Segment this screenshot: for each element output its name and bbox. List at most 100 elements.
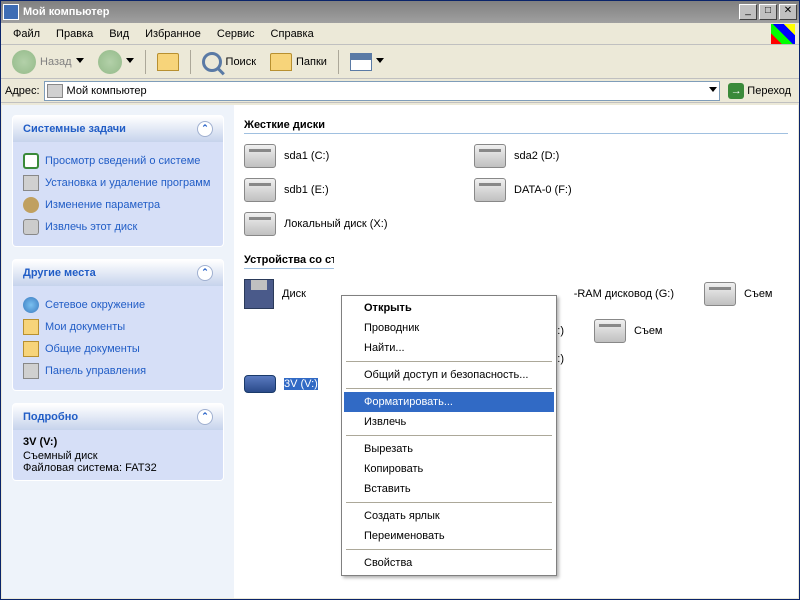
context-item[interactable]: Найти... <box>344 338 554 358</box>
drive-icon <box>704 282 736 306</box>
programs-icon <box>23 175 39 191</box>
menu-help[interactable]: Справка <box>263 26 322 42</box>
search-icon <box>202 52 222 72</box>
context-separator <box>346 388 552 389</box>
maximize-button[interactable]: □ <box>759 4 777 20</box>
sidebar: Системные задачи ⌃ Просмотр сведений о с… <box>2 105 234 598</box>
info-icon <box>23 153 39 169</box>
context-item[interactable]: Копировать <box>344 459 554 479</box>
panel-header[interactable]: Другие места ⌃ <box>13 260 223 286</box>
details-type: Съемный диск <box>23 450 213 462</box>
place-shared[interactable]: Общие документы <box>23 338 213 360</box>
network-icon <box>23 297 39 313</box>
close-button[interactable]: ✕ <box>779 4 797 20</box>
titlebar[interactable]: Мой компьютер _ □ ✕ <box>1 1 799 23</box>
hdd-icon <box>474 178 506 202</box>
panel-header[interactable]: Подробно ⌃ <box>13 404 223 430</box>
context-separator <box>346 502 552 503</box>
context-separator <box>346 549 552 550</box>
context-item[interactable]: Извлечь <box>344 412 554 432</box>
window-title: Мой компьютер <box>23 6 737 18</box>
system-tasks-panel: Системные задачи ⌃ Просмотр сведений о с… <box>12 115 224 247</box>
chevron-down-icon[interactable] <box>709 87 717 95</box>
chevron-down-icon <box>376 58 384 66</box>
windows-logo-icon <box>771 24 795 44</box>
section-hdd: Жесткие диски <box>244 119 788 134</box>
context-menu[interactable]: ОткрытьПроводникНайти... Общий доступ и б… <box>341 295 557 576</box>
app-icon <box>3 4 19 20</box>
drive-floppy[interactable]: Диск <box>244 279 324 309</box>
folder-icon <box>23 319 39 335</box>
minimize-button[interactable]: _ <box>739 4 757 20</box>
context-item[interactable]: Вставить <box>344 479 554 499</box>
context-item[interactable]: Проводник <box>344 318 554 338</box>
chevron-up-icon: ⌃ <box>197 265 213 281</box>
context-separator <box>346 435 552 436</box>
drive-k[interactable]: Съем <box>594 319 674 343</box>
removable-icon <box>244 375 276 393</box>
drive-d[interactable]: sda2 (D:) <box>474 144 674 168</box>
context-separator <box>346 361 552 362</box>
folder-icon <box>23 341 39 357</box>
up-button[interactable] <box>152 50 184 74</box>
back-button[interactable]: Назад <box>7 47 89 77</box>
forward-button[interactable] <box>93 47 139 77</box>
context-item[interactable]: Общий доступ и безопасность... <box>344 365 554 385</box>
eject-icon <box>23 219 39 235</box>
task-change-setting[interactable]: Изменение параметра <box>23 194 213 216</box>
forward-icon <box>98 50 122 74</box>
details-name: 3V (V:) <box>23 436 213 448</box>
context-item[interactable]: Создать ярлык <box>344 506 554 526</box>
place-mydocs[interactable]: Мои документы <box>23 316 213 338</box>
go-icon: → <box>728 83 744 99</box>
context-item[interactable]: Открыть <box>344 298 554 318</box>
menu-file[interactable]: Файл <box>5 26 48 42</box>
address-label: Адрес: <box>5 85 40 97</box>
place-cpanel[interactable]: Панель управления <box>23 360 213 382</box>
context-item[interactable]: Форматировать... <box>344 392 554 412</box>
menu-favorites[interactable]: Избранное <box>137 26 209 42</box>
details-fs: Файловая система: FAT32 <box>23 462 213 474</box>
place-network[interactable]: Сетевое окружение <box>23 294 213 316</box>
menu-tools[interactable]: Сервис <box>209 26 263 42</box>
back-icon <box>12 50 36 74</box>
computer-icon <box>47 84 63 98</box>
details-panel: Подробно ⌃ 3V (V:) Съемный диск Файловая… <box>12 403 224 481</box>
task-system-info[interactable]: Просмотр сведений о системе <box>23 150 213 172</box>
drive-c[interactable]: sda1 (C:) <box>244 144 444 168</box>
address-input[interactable]: Мой компьютер <box>44 81 721 101</box>
settings-icon <box>23 197 39 213</box>
context-item[interactable]: Вырезать <box>344 439 554 459</box>
hdd-icon <box>474 144 506 168</box>
explorer-window: Мой компьютер _ □ ✕ Файл Правка Вид Избр… <box>0 0 800 600</box>
go-button[interactable]: → Переход <box>724 82 795 100</box>
floppy-icon <box>244 279 274 309</box>
menu-view[interactable]: Вид <box>101 26 137 42</box>
menu-edit[interactable]: Правка <box>48 26 101 42</box>
search-button[interactable]: Поиск <box>197 49 261 75</box>
context-item[interactable]: Переименовать <box>344 526 554 546</box>
chevron-down-icon <box>126 58 134 66</box>
views-icon <box>350 53 372 71</box>
task-add-remove[interactable]: Установка и удаление программ <box>23 172 213 194</box>
chevron-down-icon <box>76 58 84 66</box>
chevron-up-icon: ⌃ <box>197 409 213 425</box>
folders-button[interactable]: Папки <box>265 50 332 74</box>
task-eject[interactable]: Извлечь этот диск <box>23 216 213 238</box>
drive-e[interactable]: sdb1 (E:) <box>244 178 444 202</box>
drive-x[interactable]: Локальный диск (X:) <box>244 212 444 236</box>
context-item[interactable]: Свойства <box>344 553 554 573</box>
hdd-icon <box>244 144 276 168</box>
views-button[interactable] <box>345 50 389 74</box>
hdd-icon <box>244 212 276 236</box>
menubar: Файл Правка Вид Избранное Сервис Справка <box>1 23 799 45</box>
drive-i[interactable]: Съем <box>704 279 784 309</box>
other-places-panel: Другие места ⌃ Сетевое окружение Мои док… <box>12 259 224 391</box>
drive-f[interactable]: DATA-0 (F:) <box>474 178 674 202</box>
drive-icon <box>594 319 626 343</box>
toolbar: Назад Поиск Папки <box>1 45 799 79</box>
folders-icon <box>270 53 292 71</box>
chevron-up-icon: ⌃ <box>197 121 213 137</box>
control-panel-icon <box>23 363 39 379</box>
panel-header[interactable]: Системные задачи ⌃ <box>13 116 223 142</box>
